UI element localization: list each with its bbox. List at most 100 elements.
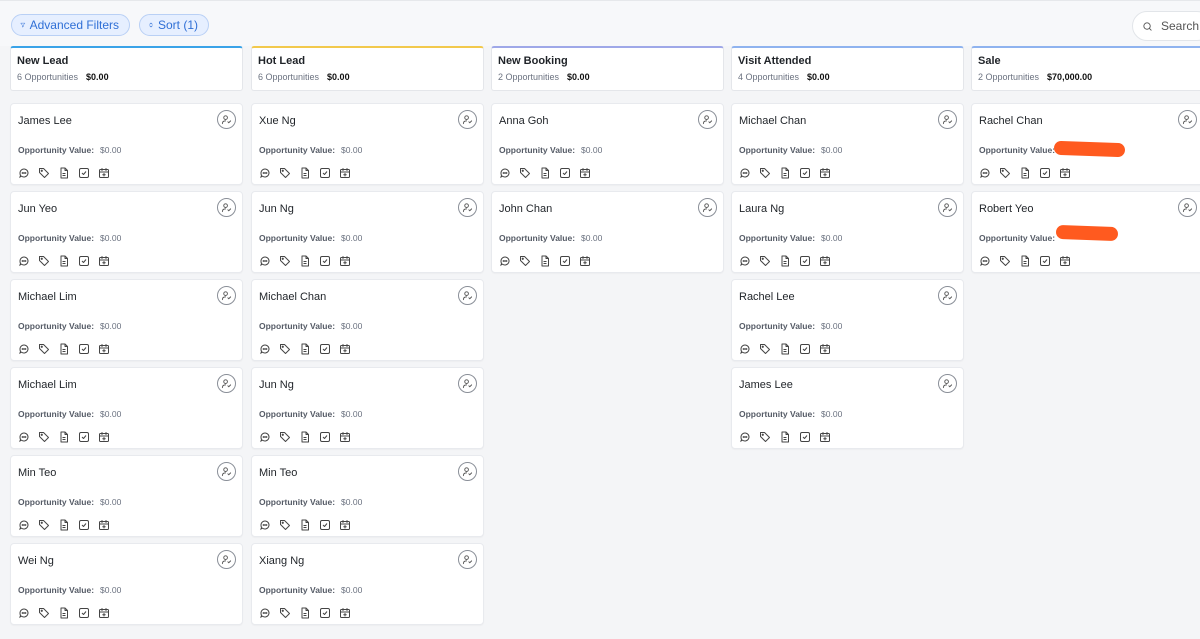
calendar-add-icon[interactable] [97, 166, 110, 179]
contact-name[interactable]: Laura Ng [739, 203, 784, 215]
assign-user-icon[interactable] [217, 462, 236, 481]
opportunity-card[interactable]: Jun Ng Opportunity Value: $0.00 [251, 191, 484, 273]
contact-name[interactable]: Michael Lim [18, 379, 77, 391]
task-check-icon[interactable] [77, 430, 90, 443]
task-check-icon[interactable] [1038, 254, 1051, 267]
task-check-icon[interactable] [318, 342, 331, 355]
calendar-add-icon[interactable] [818, 342, 831, 355]
column-header[interactable]: New Lead 6 Opportunities $0.00 [10, 46, 243, 91]
opportunity-card[interactable]: James Lee Opportunity Value: $0.00 [10, 103, 243, 185]
column-header[interactable]: Sale 2 Opportunities $70,000.00 [971, 46, 1200, 91]
column-header[interactable]: Visit Attended 4 Opportunities $0.00 [731, 46, 964, 91]
assign-user-icon[interactable] [217, 198, 236, 217]
calendar-add-icon[interactable] [338, 342, 351, 355]
tag-icon[interactable] [278, 166, 291, 179]
calendar-add-icon[interactable] [338, 606, 351, 619]
assign-user-icon[interactable] [938, 374, 957, 393]
task-check-icon[interactable] [798, 166, 811, 179]
document-icon[interactable] [298, 606, 311, 619]
assign-user-icon[interactable] [217, 286, 236, 305]
contact-name[interactable]: Jun Yeo [18, 203, 57, 215]
chat-icon[interactable] [498, 254, 511, 267]
assign-user-icon[interactable] [217, 110, 236, 129]
opportunity-card[interactable]: Laura Ng Opportunity Value: $0.00 [731, 191, 964, 273]
document-icon[interactable] [57, 254, 70, 267]
opportunity-card[interactable]: Michael Chan Opportunity Value: $0.00 [251, 279, 484, 361]
tag-icon[interactable] [278, 254, 291, 267]
chat-icon[interactable] [738, 430, 751, 443]
contact-name[interactable]: Michael Chan [259, 291, 326, 303]
chat-icon[interactable] [258, 254, 271, 267]
calendar-add-icon[interactable] [818, 430, 831, 443]
contact-name[interactable]: Xue Ng [259, 115, 296, 127]
opportunity-card[interactable]: Min Teo Opportunity Value: $0.00 [10, 455, 243, 537]
chat-icon[interactable] [978, 166, 991, 179]
advanced-filters-button[interactable]: Advanced Filters [11, 14, 130, 36]
opportunity-card[interactable]: Robert Yeo Opportunity Value: [971, 191, 1200, 273]
tag-icon[interactable] [37, 166, 50, 179]
chat-icon[interactable] [258, 342, 271, 355]
calendar-add-icon[interactable] [578, 166, 591, 179]
tag-icon[interactable] [278, 342, 291, 355]
calendar-add-icon[interactable] [97, 518, 110, 531]
tag-icon[interactable] [758, 166, 771, 179]
contact-name[interactable]: Min Teo [18, 467, 56, 479]
chat-icon[interactable] [258, 606, 271, 619]
tag-icon[interactable] [37, 430, 50, 443]
opportunity-card[interactable]: Michael Lim Opportunity Value: $0.00 [10, 367, 243, 449]
task-check-icon[interactable] [77, 166, 90, 179]
document-icon[interactable] [57, 518, 70, 531]
opportunity-card[interactable]: Michael Lim Opportunity Value: $0.00 [10, 279, 243, 361]
opportunity-card[interactable]: Anna Goh Opportunity Value: $0.00 [491, 103, 724, 185]
tag-icon[interactable] [518, 254, 531, 267]
chat-icon[interactable] [17, 606, 30, 619]
chat-icon[interactable] [978, 254, 991, 267]
assign-user-icon[interactable] [938, 198, 957, 217]
contact-name[interactable]: James Lee [739, 379, 793, 391]
calendar-add-icon[interactable] [338, 518, 351, 531]
calendar-add-icon[interactable] [97, 254, 110, 267]
contact-name[interactable]: James Lee [18, 115, 72, 127]
chat-icon[interactable] [738, 342, 751, 355]
task-check-icon[interactable] [318, 430, 331, 443]
tag-icon[interactable] [518, 166, 531, 179]
opportunity-card[interactable]: Min Teo Opportunity Value: $0.00 [251, 455, 484, 537]
document-icon[interactable] [298, 430, 311, 443]
assign-user-icon[interactable] [458, 110, 477, 129]
assign-user-icon[interactable] [458, 550, 477, 569]
assign-user-icon[interactable] [458, 198, 477, 217]
document-icon[interactable] [298, 166, 311, 179]
task-check-icon[interactable] [798, 430, 811, 443]
tag-icon[interactable] [278, 518, 291, 531]
assign-user-icon[interactable] [217, 550, 236, 569]
assign-user-icon[interactable] [217, 374, 236, 393]
opportunity-card[interactable]: Xue Ng Opportunity Value: $0.00 [251, 103, 484, 185]
sort-button[interactable]: Sort (1) [139, 14, 209, 36]
assign-user-icon[interactable] [458, 286, 477, 305]
assign-user-icon[interactable] [938, 110, 957, 129]
calendar-add-icon[interactable] [338, 166, 351, 179]
document-icon[interactable] [1018, 166, 1031, 179]
chat-icon[interactable] [17, 342, 30, 355]
document-icon[interactable] [1018, 254, 1031, 267]
contact-name[interactable]: Xiang Ng [259, 555, 304, 567]
chat-icon[interactable] [258, 430, 271, 443]
opportunity-card[interactable]: Wei Ng Opportunity Value: $0.00 [10, 543, 243, 625]
contact-name[interactable]: Min Teo [259, 467, 297, 479]
calendar-add-icon[interactable] [338, 254, 351, 267]
calendar-add-icon[interactable] [578, 254, 591, 267]
contact-name[interactable]: Anna Goh [499, 115, 549, 127]
task-check-icon[interactable] [77, 342, 90, 355]
opportunity-card[interactable]: John Chan Opportunity Value: $0.00 [491, 191, 724, 273]
chat-icon[interactable] [17, 430, 30, 443]
assign-user-icon[interactable] [698, 198, 717, 217]
contact-name[interactable]: John Chan [499, 203, 552, 215]
assign-user-icon[interactable] [458, 462, 477, 481]
calendar-add-icon[interactable] [97, 606, 110, 619]
opportunity-card[interactable]: Jun Yeo Opportunity Value: $0.00 [10, 191, 243, 273]
chat-icon[interactable] [17, 166, 30, 179]
tag-icon[interactable] [758, 430, 771, 443]
task-check-icon[interactable] [318, 254, 331, 267]
calendar-add-icon[interactable] [338, 430, 351, 443]
document-icon[interactable] [57, 430, 70, 443]
